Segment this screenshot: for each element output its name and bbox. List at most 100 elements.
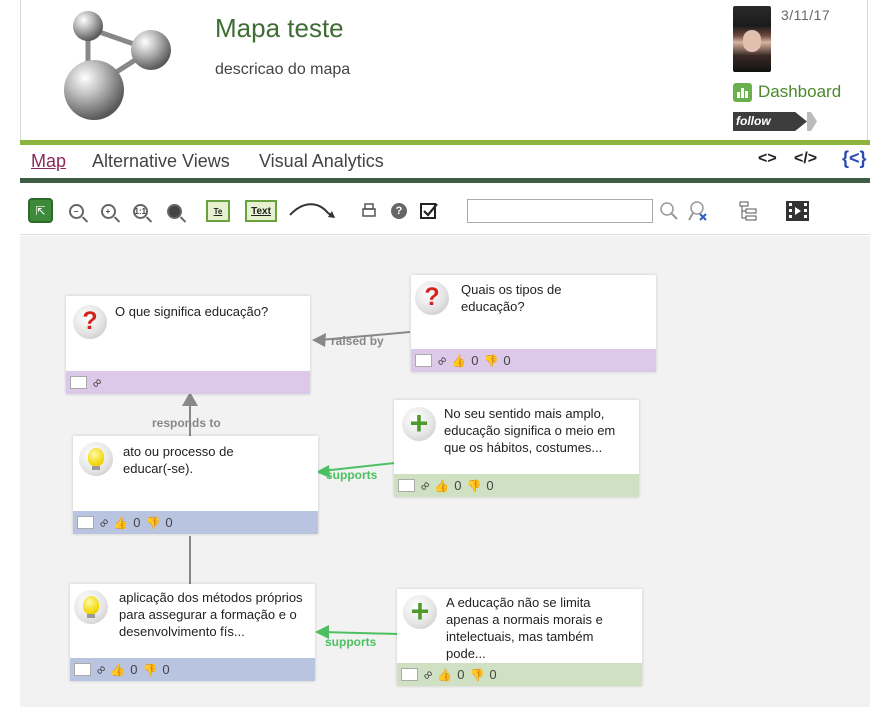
dislike-count: 0 [165,515,173,530]
node-footer: ∞ 👍 0 👎 0 [70,658,315,681]
view-tabs: Map Alternative Views Visual Analytics <… [20,145,870,178]
zoom-in-icon[interactable]: + [96,199,120,223]
checkbox-icon[interactable] [417,199,441,223]
map-search-input[interactable] [467,199,653,223]
node-text: Quais os tipos de educação? [461,282,562,314]
map-header: Mapa teste descricao do mapa 3/11/17 Das… [20,0,868,140]
node-text: No seu sentido mais amplo, educação sign… [444,406,616,455]
link-icon[interactable]: ∞ [416,477,433,494]
node-text: O que significa educação? [115,304,269,319]
tab-alternative-views[interactable]: Alternative Views [92,151,230,172]
thumbs-down-icon[interactable]: 👎 [466,479,481,493]
thumbs-up-icon[interactable]: 👍 [437,668,452,682]
link-icon[interactable]: ∞ [419,666,436,683]
map-toolbar: ⇱ − + 1:1 Te Text ? [20,183,870,235]
note-icon[interactable] [74,663,91,676]
lightbulb-icon [79,442,113,476]
node-text: ato ou processo de educar(-se). [123,444,234,476]
edit-embed-icon[interactable]: </> [794,150,817,168]
plus-icon: + [403,593,437,629]
dashboard-link[interactable]: Dashboard [733,82,841,102]
note-icon[interactable] [415,354,432,367]
like-count: 0 [133,515,141,530]
clear-search-icon[interactable] [687,199,711,223]
tab-map[interactable]: Map [31,151,66,172]
note-icon[interactable] [77,516,94,529]
link-icon[interactable]: ∞ [95,514,112,531]
print-icon[interactable] [357,199,381,223]
map-description: descricao do mapa [215,61,351,78]
question-node[interactable]: ? O que significa educação? ∞ [66,296,310,394]
pro-argument-node[interactable]: + No seu sentido mais amplo, educação si… [394,400,639,497]
node-footer: ∞ 👍 0 👎 0 [397,663,642,686]
dislike-count: 0 [162,662,170,677]
map-canvas[interactable]: raised by responds to supports supports … [20,236,870,707]
thumbs-up-icon[interactable]: 👍 [434,479,449,493]
page-title: Mapa teste [215,13,344,43]
question-icon: ? [415,281,449,315]
lightbulb-icon [74,590,108,624]
dislike-count: 0 [486,478,494,493]
like-count: 0 [471,353,479,368]
node-footer: ∞ 👍 0 👎 0 [394,474,639,497]
search-icon[interactable] [657,199,681,223]
zoom-fit-icon[interactable] [162,199,186,223]
zoom-out-icon[interactable]: − [64,199,88,223]
link-icon[interactable]: ∞ [88,374,105,391]
presentation-icon[interactable] [785,199,809,223]
dislike-count: 0 [503,353,511,368]
link-icon[interactable]: ∞ [92,661,109,678]
curve-links-icon[interactable] [288,199,338,223]
thumbs-up-icon[interactable]: 👍 [110,663,125,677]
like-count: 0 [454,478,462,493]
help-icon[interactable]: ? [387,199,411,223]
edge-label-supports: supports [326,468,378,482]
molecule-logo-icon [56,8,196,128]
map-date: 3/11/17 [781,7,831,23]
dislike-count: 0 [489,667,497,682]
edge-supports-2 [321,631,399,635]
edge-label-responds-to: responds to [152,416,221,430]
arrow-head [182,392,198,406]
node-text: A educação não se limita apenas a normai… [446,595,603,661]
tab-visual-analytics[interactable]: Visual Analytics [259,151,384,172]
thumbs-down-icon[interactable]: 👎 [145,516,160,530]
node-footer: ∞ [66,371,310,394]
question-icon: ? [73,305,107,339]
embed-code-icon[interactable]: <> [758,150,777,168]
thumbs-up-icon[interactable]: 👍 [451,354,466,368]
thumbs-up-icon[interactable]: 👍 [113,516,128,530]
dashboard-label: Dashboard [758,82,842,101]
note-icon[interactable] [398,479,415,492]
avatar[interactable] [733,6,771,72]
zoom-actual-size-icon[interactable]: 1:1 [128,199,152,223]
app-window: Mapa teste descricao do mapa 3/11/17 Das… [0,0,877,707]
map-home-icon[interactable]: ⇱ [28,198,53,223]
like-count: 0 [457,667,465,682]
node-footer: ∞ 👍 0 👎 0 [411,349,656,372]
arrow-head [312,333,326,347]
zoom-actual-label: 1:1 [132,203,148,219]
idea-node[interactable]: aplicação dos métodos próprios para asse… [70,584,315,681]
link-icon[interactable]: ∞ [433,352,450,369]
plus-icon: + [402,405,436,441]
follow-button[interactable]: follow [733,112,807,131]
node-footer: ∞ 👍 0 👎 0 [73,511,318,534]
pro-argument-node[interactable]: + A educação não se limita apenas a norm… [397,589,642,686]
note-icon[interactable] [401,668,418,681]
tree-view-icon[interactable] [737,199,761,223]
thumbs-down-icon[interactable]: 👎 [142,663,157,677]
edge-label-raised-by: raised by [331,334,384,348]
bar-chart-icon [733,82,752,102]
node-text: aplicação dos métodos próprios para asse… [119,590,303,639]
edge-label-supports-2: supports [325,635,377,649]
note-icon[interactable] [70,376,87,389]
thumbs-down-icon[interactable]: 👎 [483,354,498,368]
text-toggle-icon[interactable]: Te [206,199,230,223]
like-count: 0 [130,662,138,677]
question-node[interactable]: ? Quais os tipos de educação? ∞ 👍 0 👎 0 [411,275,656,372]
share-icon[interactable]: {<} [842,148,867,169]
thumbs-down-icon[interactable]: 👎 [469,668,484,682]
text-button[interactable]: Text [245,199,277,223]
idea-node[interactable]: ato ou processo de educar(-se). ∞ 👍 0 👎 0 [73,436,318,534]
